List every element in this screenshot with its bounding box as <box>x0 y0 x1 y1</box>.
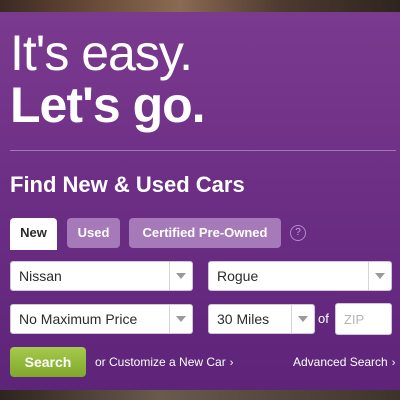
max-price-select[interactable]: No Maximum Price <box>10 304 193 334</box>
customize-new-car-link-label: or Customize a New Car <box>95 355 226 369</box>
tab-used[interactable]: Used <box>67 218 120 248</box>
chevron-right-icon: › <box>229 357 234 369</box>
hero-headline-line2: Let's go. <box>10 77 206 133</box>
chevron-right-icon: › <box>391 357 396 369</box>
distance-select[interactable]: 30 Miles <box>208 304 315 334</box>
model-select[interactable]: Rogue <box>208 261 392 291</box>
max-price-select-value: No Maximum Price <box>19 311 138 327</box>
chevron-down-icon <box>169 305 192 333</box>
distance-select-value: 30 Miles <box>217 311 270 327</box>
hero-headline-line1: It's easy. <box>10 25 193 81</box>
tab-certified-pre-owned[interactable]: Certified Pre-Owned <box>129 218 281 248</box>
search-button[interactable]: Search <box>10 347 86 377</box>
finder-title: Find New & Used Cars <box>10 172 245 197</box>
zip-input[interactable] <box>335 303 392 335</box>
make-select[interactable]: Nissan <box>10 261 193 291</box>
background-photo-bottom <box>0 390 400 400</box>
make-select-value: Nissan <box>19 268 62 284</box>
divider <box>10 150 396 151</box>
chevron-down-icon <box>368 262 391 290</box>
of-label: of <box>318 311 329 326</box>
advanced-search-link-label: Advanced Search <box>293 355 388 369</box>
model-select-value: Rogue <box>217 268 259 284</box>
chevron-down-icon <box>291 305 314 333</box>
tab-new[interactable]: New <box>10 218 57 250</box>
advanced-search-link[interactable]: Advanced Search › <box>293 355 395 369</box>
help-icon[interactable]: ? <box>290 225 306 241</box>
customize-new-car-link[interactable]: or Customize a New Car › <box>95 355 233 369</box>
chevron-down-icon <box>169 262 192 290</box>
